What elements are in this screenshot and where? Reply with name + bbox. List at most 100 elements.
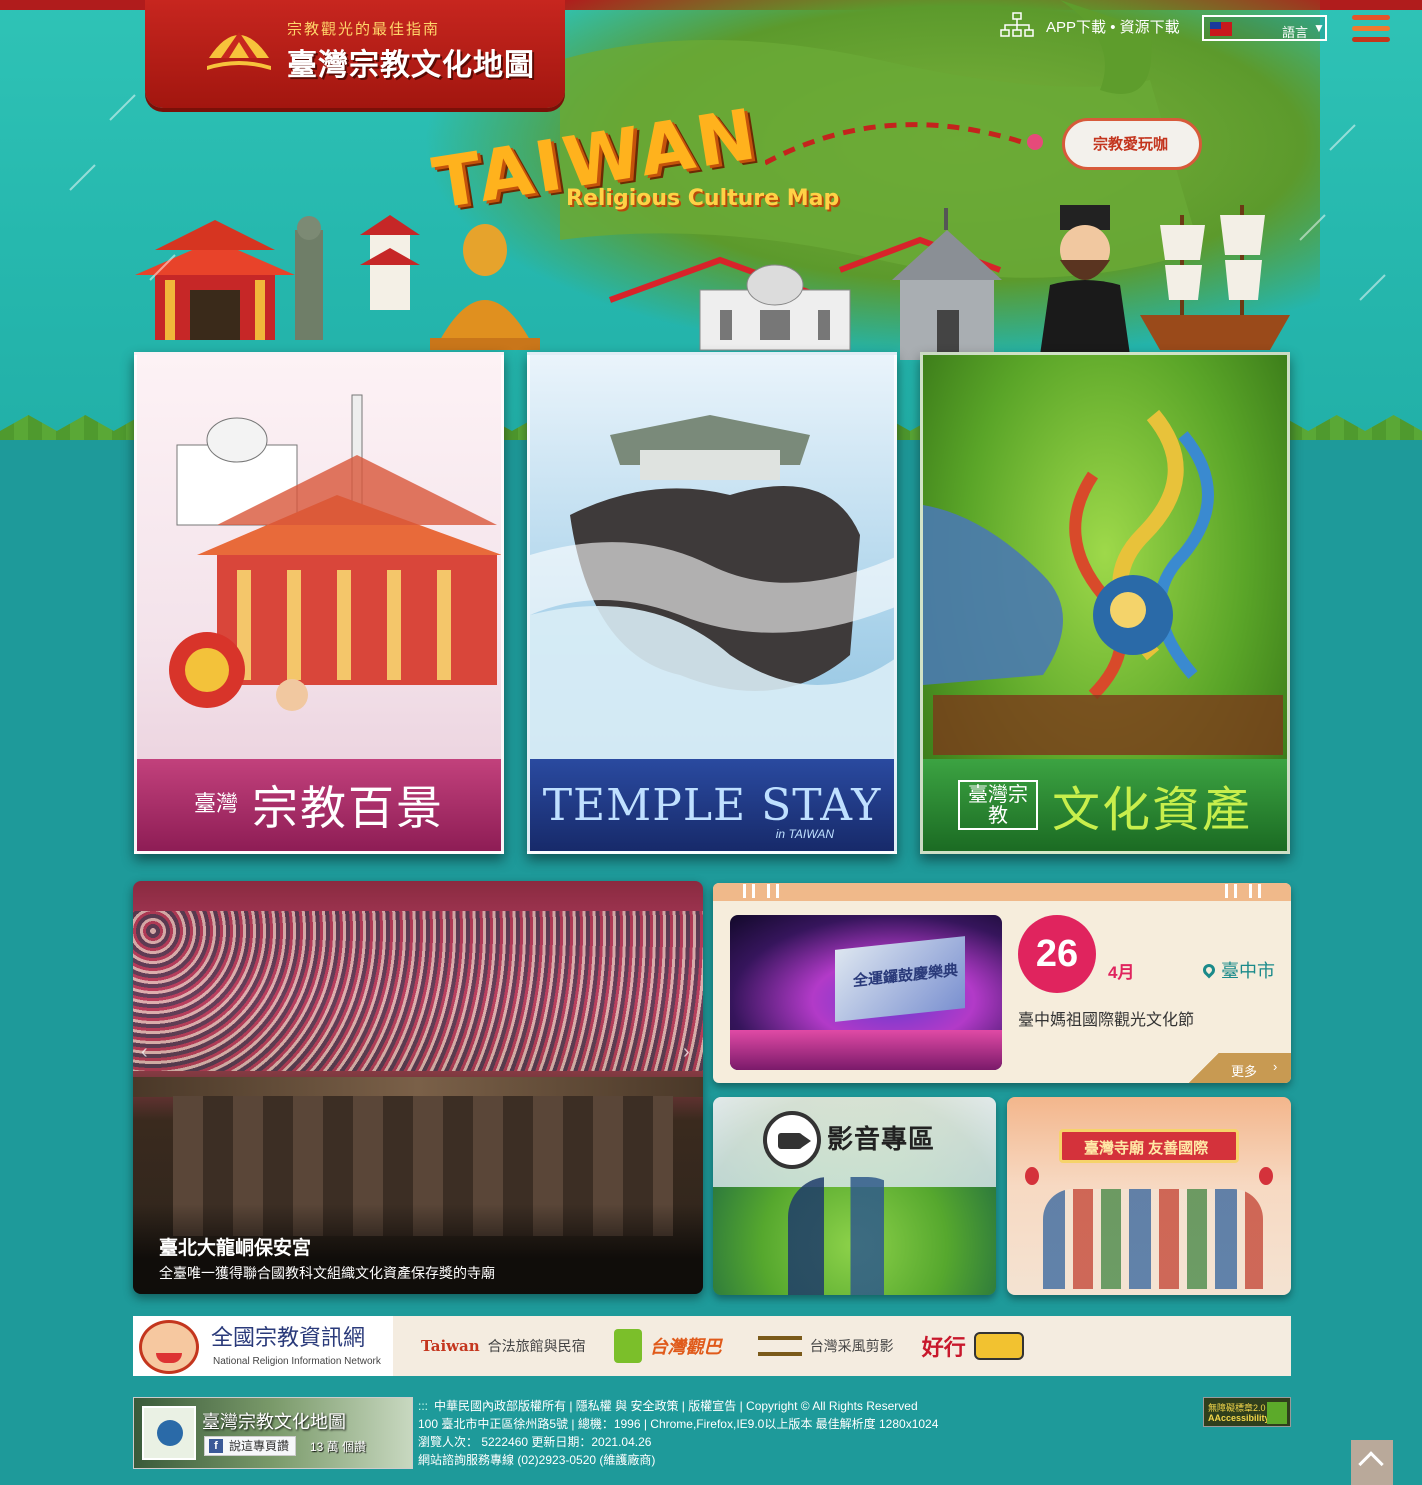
taiwan-flag-icon	[1210, 22, 1232, 36]
event-month: 4月	[1108, 963, 1135, 982]
tile-friendly-temples[interactable]: 臺灣寺廟 友善國際	[1007, 1097, 1291, 1295]
facebook-icon: f	[209, 1439, 223, 1453]
card-label: TEMPLE STAY in TAIWAN	[530, 759, 894, 851]
event-stage	[730, 1030, 1002, 1070]
temple-logo-icon	[207, 32, 271, 70]
partner-legal-text: 合法旅館與民宿	[487, 1338, 586, 1354]
card-label-title: 文化資產	[1051, 782, 1252, 838]
card-temple-stay[interactable]: TEMPLE STAY in TAIWAN	[527, 352, 897, 854]
partner-good-trip[interactable]: 好行	[922, 1316, 1024, 1376]
top-links: APP下載 • 資源下載	[1046, 16, 1180, 37]
menu-bar-icon	[1352, 15, 1390, 20]
tile-video-zone[interactable]: 影音專區	[713, 1097, 996, 1295]
feature-crowd-photo	[133, 911, 703, 1071]
app-download-link[interactable]: APP下載	[1046, 19, 1106, 36]
card-cultural-heritage[interactable]: 臺灣宗教 文化資產	[920, 352, 1290, 854]
language-select[interactable]: 語言 ▼	[1202, 15, 1327, 41]
partner-taiwan-tour-bus[interactable]: 台灣觀巴	[613, 1316, 730, 1376]
event-stage-screen: 全運鑼鼓慶樂典	[835, 936, 965, 1022]
event-more-label: 更多	[1231, 1064, 1258, 1079]
temple-illustration	[169, 394, 501, 711]
card-label-title: 宗教百景	[252, 781, 444, 835]
dragon-roof-illustration	[923, 409, 1283, 755]
facebook-page-avatar	[142, 1406, 196, 1460]
site-logo[interactable]: 宗教觀光的最佳指南 臺灣宗教文化地圖	[145, 0, 565, 108]
binder-clip-icon	[767, 884, 779, 898]
language-label: 語言	[1282, 25, 1309, 40]
facebook-page-widget[interactable]: 臺灣宗教文化地圖 f 說這專頁讚 13 萬 個讚	[133, 1397, 413, 1469]
sitemap-icon[interactable]	[1000, 12, 1034, 38]
accessibility-badge[interactable]: 無障礙標章2.0 AAccessibility	[1203, 1397, 1291, 1427]
partner-good-mark: 好行	[921, 1335, 966, 1361]
hero-subtitle: Religious Culture Map	[566, 186, 840, 211]
feature-description: 全臺唯一獲得聯合國教科文組織文化資產保存獎的寺廟	[159, 1265, 495, 1281]
flight-path-decoration	[765, 122, 1043, 166]
gate-icon	[757, 1336, 802, 1356]
event-name-link[interactable]: 臺中媽祖國際觀光文化節	[1018, 1006, 1194, 1030]
hamburger-menu-button[interactable]	[1352, 15, 1390, 47]
tile-temple-banner: 臺灣寺廟 友善國際	[1059, 1129, 1239, 1163]
event-location: 臺中市	[1200, 957, 1275, 983]
site-slogan: 宗教觀光的最佳指南	[287, 20, 441, 38]
footer-visits: 瀏覽人次： 5222460 更新日期：2021.04.26	[418, 1435, 652, 1449]
event-image[interactable]: 全運鑼鼓慶樂典	[730, 915, 1002, 1070]
footer-accesskey[interactable]: :::	[418, 1399, 428, 1413]
event-location-text: 臺中市	[1221, 961, 1275, 981]
binder-clip-icon	[1249, 884, 1261, 898]
partner-legal-mark: Taiwan	[421, 1337, 480, 1355]
map-pin-icon	[1200, 961, 1218, 979]
event-panel: 全運鑼鼓慶樂典 26 4月 臺中市 臺中媽祖國際觀光文化節 更多 ›	[713, 883, 1291, 1083]
card-label-subtitle: in TAIWAN	[775, 827, 834, 841]
tile-video-title: 影音專區	[827, 1124, 936, 1154]
partner-legal-lodging[interactable]: Taiwan 合法旅館與民宿	[421, 1316, 586, 1376]
partner-taiwan-photos[interactable]: 台灣采風剪影	[757, 1316, 894, 1376]
feature-temple-roof	[133, 1077, 703, 1097]
card-label-prefix: 臺灣宗教	[957, 780, 1038, 830]
video-camera-icon	[763, 1111, 821, 1169]
chevron-up-icon	[1358, 1451, 1384, 1477]
accessibility-check-icon	[1267, 1402, 1287, 1424]
back-to-top-button[interactable]	[1351, 1440, 1393, 1485]
taiwan-map-icon	[613, 1329, 642, 1363]
event-screen-text: 全運鑼鼓慶樂典	[853, 961, 959, 990]
menu-bar-icon	[1352, 37, 1390, 42]
chevron-right-icon: ›	[1273, 1059, 1278, 1074]
card-label-prefix: 臺灣	[193, 792, 238, 818]
partner-religion-news-network[interactable]: 全國宗教資訊網 National Religion Information Ne…	[133, 1316, 393, 1376]
tile-temple-group-illustration	[1043, 1189, 1263, 1289]
main-category-cards: 臺灣 宗教百景 TEMPLE STAY in TAIWAN 臺灣宗教 文化資產	[0, 350, 1422, 860]
partner-photo-text: 台灣采風剪影	[809, 1338, 894, 1354]
mascot-face-icon	[139, 1320, 199, 1374]
facebook-like-button[interactable]: f 說這專頁讚	[204, 1436, 297, 1456]
binder-clip-icon	[743, 884, 755, 898]
bus-icon	[973, 1332, 1024, 1360]
footer-info: ::: 中華民國內政部版權所有 | 隱私權 與 安全政策 | 版權宣告 | Cop…	[418, 1397, 938, 1469]
slide-prev-icon[interactable]: ‹	[141, 1041, 148, 1064]
tile-temple-banner-text: 臺灣寺廟 友善國際	[1084, 1140, 1209, 1157]
partner-bus-mark: 台灣觀巴	[649, 1337, 722, 1357]
footer-copyright: ::: 中華民國內政部版權所有 | 隱私權 與 安全政策 | 版權宣告 | Cop…	[418, 1397, 938, 1415]
facebook-page-name[interactable]: 臺灣宗教文化地圖	[202, 1408, 346, 1434]
card-religious-landmarks[interactable]: 臺灣 宗教百景	[134, 352, 504, 854]
footer-address: 100 臺北市中正區徐州路5號 | 總機：1996 | Chrome,Firef…	[418, 1417, 939, 1431]
resource-download-link[interactable]: 資源下載	[1120, 19, 1180, 36]
featured-slideshow[interactable]: ‹ › 臺北大龍峒保安宮 全臺唯一獲得聯合國教科文組織文化資產保存獎的寺廟	[133, 881, 703, 1294]
footer-copyright-text[interactable]: 中華民國內政部版權所有 | 隱私權 與 安全政策 | 版權宣告 | Copyri…	[434, 1399, 918, 1413]
footer-service: 網站諮詢服務專線 (02)2923-0520 (維護廠商)	[418, 1453, 656, 1467]
event-more-button[interactable]: 更多 ›	[1179, 1053, 1291, 1083]
tile-video-travelers	[788, 1177, 908, 1295]
cliff-temple-illustration	[530, 415, 894, 765]
card-label: 臺灣宗教 文化資產	[923, 759, 1287, 851]
binder-clip-icon	[1225, 884, 1237, 898]
chevron-down-icon: ▼	[1313, 21, 1325, 35]
link-separator: •	[1110, 19, 1116, 36]
facebook-like-count: 13 萬 個讚	[310, 1440, 367, 1454]
card-label-title: TEMPLE STAY	[542, 779, 882, 831]
card-label: 臺灣 宗教百景	[137, 759, 501, 851]
menu-bar-icon	[1352, 26, 1390, 31]
lantern-icon	[1025, 1167, 1039, 1185]
slide-next-icon[interactable]: ›	[683, 1041, 690, 1064]
partner-news-title: 全國宗教資訊網	[211, 1326, 366, 1351]
feature-title[interactable]: 臺北大龍峒保安宮	[159, 1233, 311, 1260]
event-panel-header	[713, 883, 1291, 901]
